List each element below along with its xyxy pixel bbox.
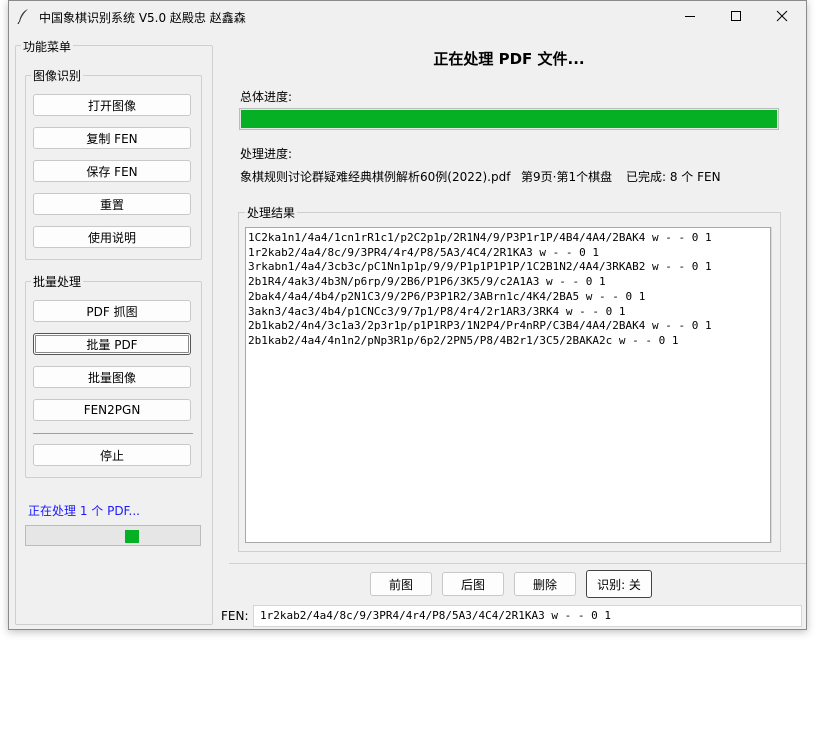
background-right-strip xyxy=(806,0,819,630)
result-line: 2bak4/4a4/4b4/p2N1C3/9/2P6/P3P1R2/3ABrn1… xyxy=(248,289,646,303)
maximize-icon xyxy=(731,11,741,21)
result-line: 1r2kab2/4a4/8c/9/3PR4/4r4/P8/5A3/4C4/2R1… xyxy=(248,245,599,259)
batch-separator xyxy=(33,433,193,434)
overall-progress-fill xyxy=(241,110,777,128)
result-line: 3rkabn1/4a4/3cb3c/pC1Nn1p1p/9/9/P1p1P1P1… xyxy=(248,260,712,274)
process-done-count: 已完成: 8 个 FEN xyxy=(626,170,721,184)
minimize-icon xyxy=(685,16,695,17)
fen2pgn-button[interactable]: FEN2PGN xyxy=(33,399,191,421)
copy-fen-button[interactable]: 复制 FEN xyxy=(33,127,191,149)
prev-image-button[interactable]: 前图 xyxy=(370,572,432,596)
app-window: 中国象棋识别系统 V5.0 赵殿忠 赵鑫森 功能菜单 图像识别 打开图像 复制 … xyxy=(8,0,807,630)
processing-heading: 正在处理 PDF 文件... xyxy=(433,50,585,68)
feather-icon xyxy=(17,8,31,25)
help-button[interactable]: 使用说明 xyxy=(33,226,191,248)
batch-processing-title: 批量处理 xyxy=(31,273,84,290)
function-menu-title: 功能菜单 xyxy=(21,38,74,55)
result-line: 2b1kab2/4a4/4n1n2/pNp3R1p/6p2/2PN5/P8/4B… xyxy=(248,333,679,347)
process-position: 第9页·第1个棋盘 xyxy=(521,170,613,184)
open-image-button[interactable]: 打开图像 xyxy=(33,94,191,116)
result-line: 2b1kab2/4n4/3c1a3/2p3r1p/p1P1RP3/1N2P4/P… xyxy=(248,319,712,333)
pdf-capture-button[interactable]: PDF 抓图 xyxy=(33,300,191,322)
result-line: 3akn3/4ac3/4b4/p1CNCc3/9/7p1/P8/4r4/2r1A… xyxy=(248,304,626,318)
result-line: 1C2ka1n1/4a4/1cn1rR1c1/p2C2p1p/2R1N4/9/P… xyxy=(248,231,712,244)
results-textbox[interactable]: 1C2ka1n1/4a4/1cn1rR1c1/p2C2p1p/2R1N4/9/P… xyxy=(245,227,771,543)
close-button[interactable] xyxy=(759,1,805,31)
status-text: 正在处理 1 个 PDF... xyxy=(28,504,140,518)
save-fen-button[interactable]: 保存 FEN xyxy=(33,160,191,182)
bottom-separator xyxy=(229,563,806,564)
indeterminate-progress-bar xyxy=(25,525,201,546)
recognition-toggle-button[interactable]: 识别: 关 xyxy=(586,570,652,598)
minimize-button[interactable] xyxy=(667,1,713,31)
stop-button[interactable]: 停止 xyxy=(33,444,191,466)
overall-progress-label: 总体进度: xyxy=(240,90,293,104)
close-icon xyxy=(776,10,788,22)
fen-label: FEN: xyxy=(221,609,249,623)
results-scrollbar[interactable] xyxy=(771,227,780,543)
overall-progress-bar xyxy=(239,108,779,130)
fen-input[interactable]: 1r2kab2/4a4/8c/9/3PR4/4r4/P8/5A3/4C4/2R1… xyxy=(253,605,802,627)
window-title: 中国象棋识别系统 V5.0 赵殿忠 赵鑫森 xyxy=(39,11,246,25)
batch-image-button[interactable]: 批量图像 xyxy=(33,366,191,388)
title-bar[interactable]: 中国象棋识别系统 V5.0 赵殿忠 赵鑫森 xyxy=(9,1,806,31)
results-title: 处理结果 xyxy=(245,204,298,221)
process-file-name: 象棋规则讨论群疑难经典棋例解析60例(2022).pdf xyxy=(240,170,511,184)
maximize-button[interactable] xyxy=(713,1,759,31)
delete-button[interactable]: 删除 xyxy=(514,572,576,596)
reset-button[interactable]: 重置 xyxy=(33,193,191,215)
result-line: 2b1R4/4ak3/4b3N/p6rp/9/2B6/P1P6/3K5/9/c2… xyxy=(248,275,606,289)
next-image-button[interactable]: 后图 xyxy=(442,572,504,596)
batch-pdf-button[interactable]: 批量 PDF xyxy=(33,333,191,355)
image-recognition-title: 图像识别 xyxy=(31,67,84,84)
process-progress-label: 处理进度: xyxy=(240,147,293,161)
progress-chunk xyxy=(125,530,139,543)
